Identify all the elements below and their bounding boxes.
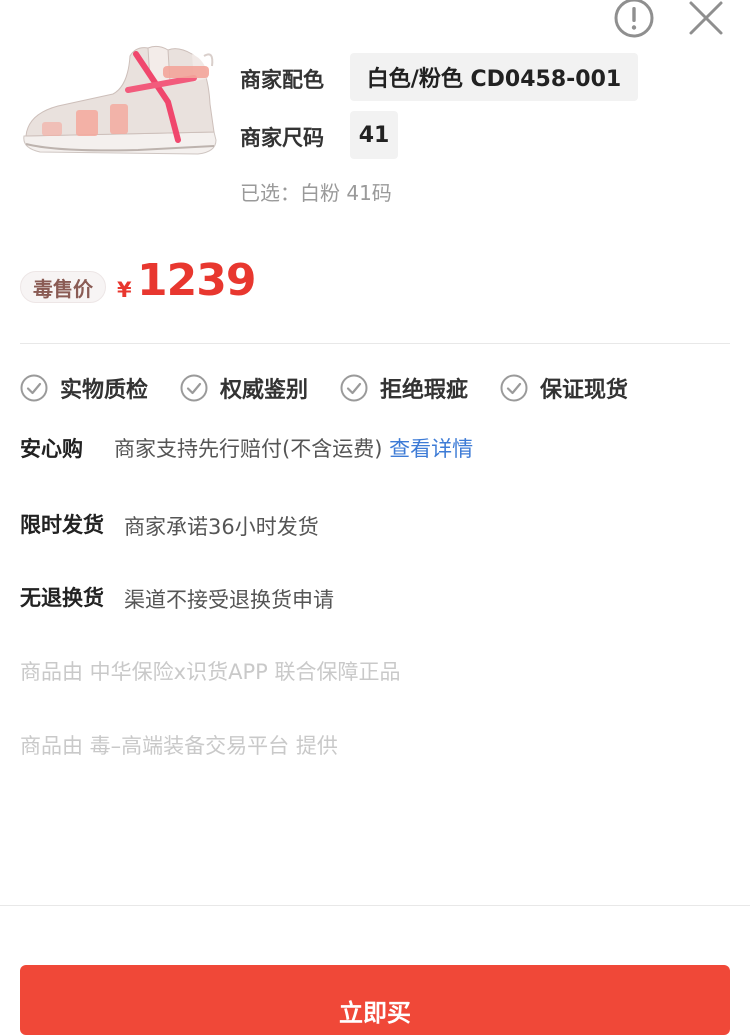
color-option[interactable]: 白色/粉色 CD0458-001 [350,53,638,101]
size-option[interactable]: 41 [350,111,398,159]
guarantee-label: 权威鉴别 [220,378,309,403]
guarantee-item: 拒绝瑕疵 [340,372,468,404]
assurance-text: 商家支持先行赔付(不含运费) 查看详情 [114,433,473,463]
guarantee-label: 实物质检 [60,378,149,403]
divider [20,343,730,344]
color-label: 商家配色 [240,68,324,92]
size-label: 商家尺码 [240,126,324,150]
currency-symbol: ¥ [117,278,132,302]
shipping-text: 商家承诺36小时发货 [124,515,319,539]
buy-now-button[interactable]: 立即买 [20,965,730,1035]
check-circle-icon [500,374,528,402]
guarantee-label: 保证现货 [540,378,629,403]
assurance-description: 商家支持先行赔付(不含运费) [114,437,383,461]
provider-note: 商品由 毒–高端装备交易平台 提供 [20,734,338,758]
guarantee-label: 拒绝瑕疵 [380,378,469,403]
shipping-title: 限时发货 [20,513,104,537]
close-icon[interactable] [686,0,726,38]
exclamation-circle-icon[interactable] [614,0,654,38]
price-value: 1239 [137,255,256,306]
view-details-link[interactable]: 查看详情 [389,437,473,461]
footer-divider [0,905,750,906]
returns-title: 无退换货 [20,586,104,610]
sneaker-product-image [18,44,223,162]
returns-text: 渠道不接受退换货申请 [124,588,334,612]
guarantee-item: 实物质检 [20,372,148,404]
check-circle-icon [180,374,208,402]
guarantee-item: 保证现货 [500,372,628,404]
assurance-title: 安心购 [20,437,83,461]
price-tag-badge: 毒售价 [20,271,106,303]
check-circle-icon [340,374,368,402]
selected-summary: 已选：白粉 41码 [240,181,392,205]
insurance-note: 商品由 中华保险x识货APP 联合保障正品 [20,660,401,684]
guarantee-item: 权威鉴别 [180,372,308,404]
check-circle-icon [20,374,48,402]
